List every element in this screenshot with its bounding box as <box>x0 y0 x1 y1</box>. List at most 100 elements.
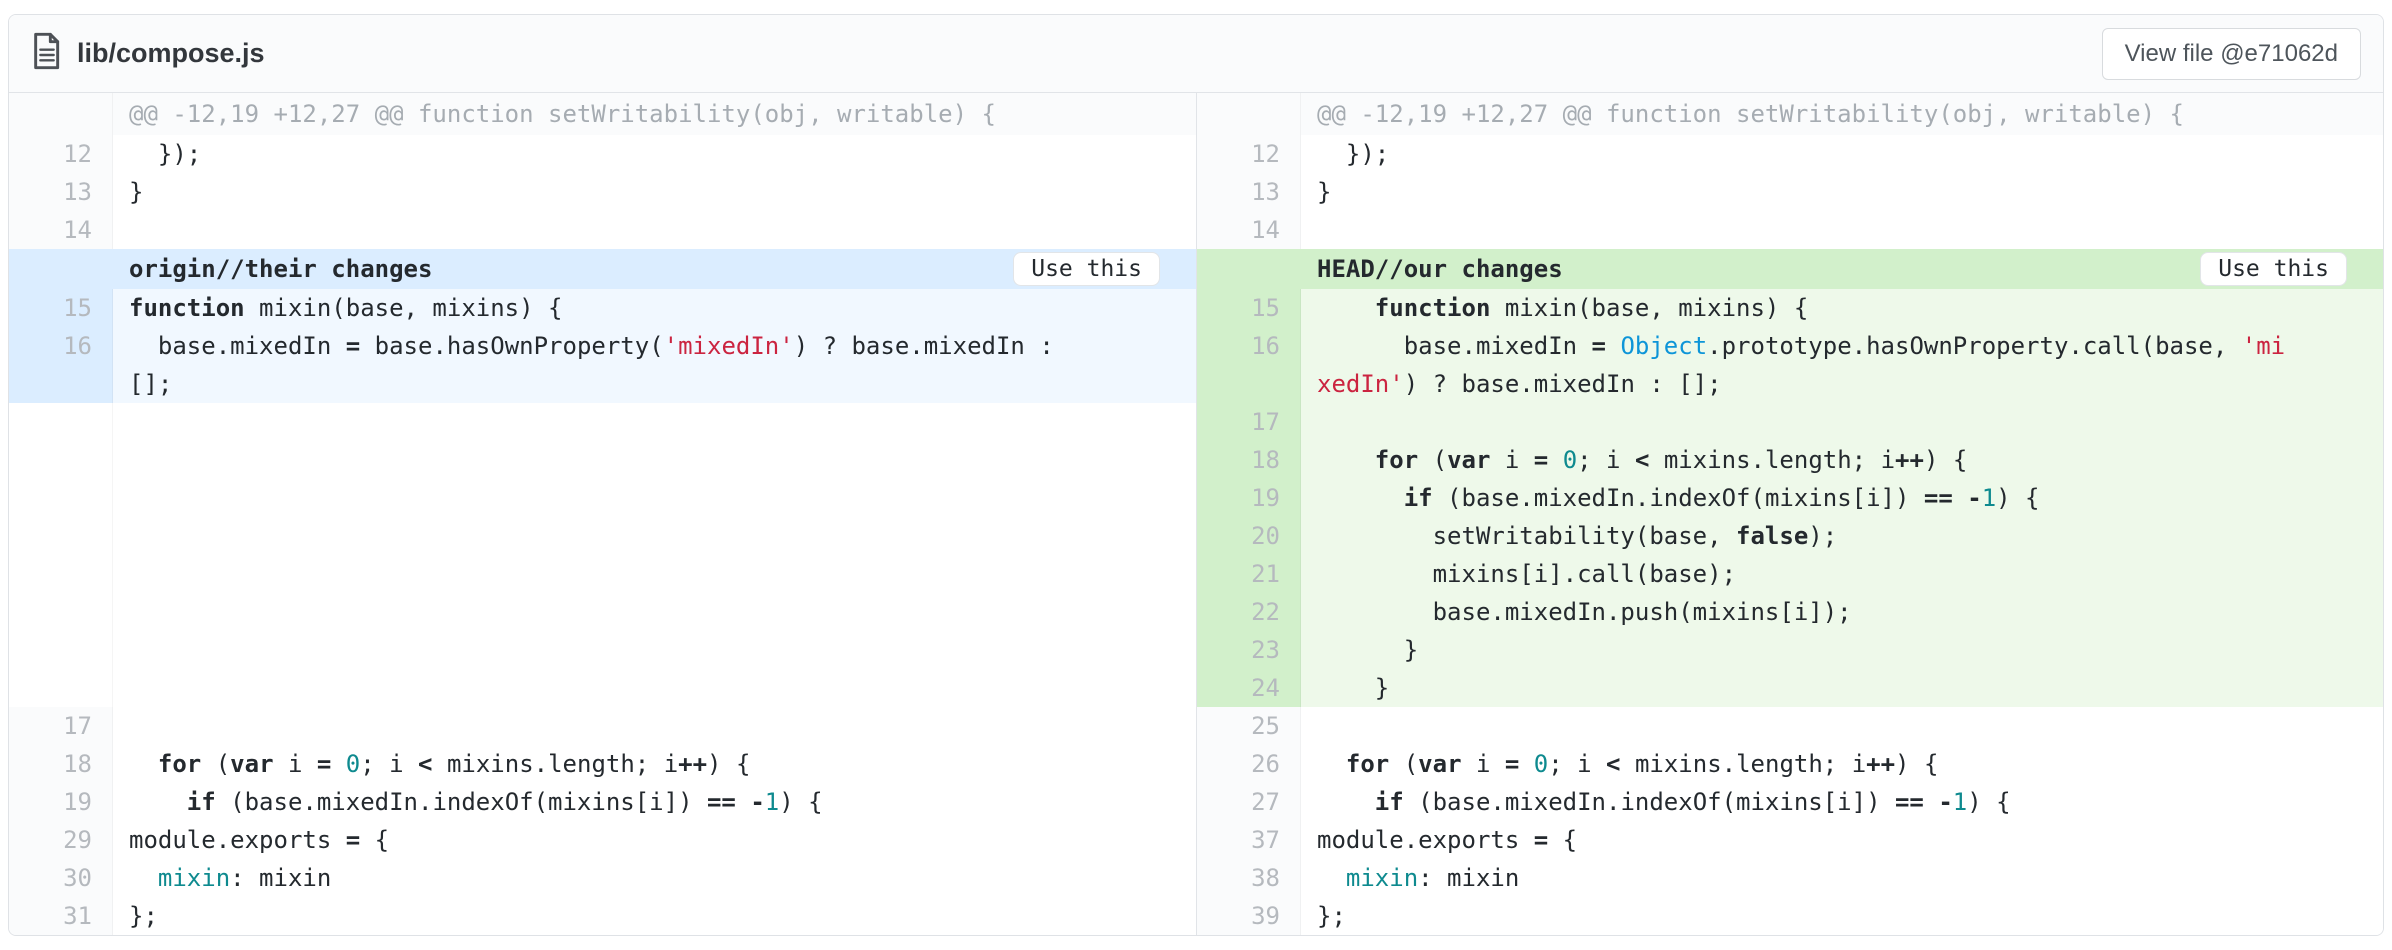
code-text: mixins[i].call(base); <box>1301 555 2383 593</box>
view-file-button[interactable]: View file @e71062d <box>2102 28 2361 80</box>
code-text: }); <box>1301 135 2383 173</box>
code-line: 12 }); <box>1197 135 2383 173</box>
code-token <box>1548 446 1562 474</box>
code-text: base.mixedIn = base.hasOwnProperty('mixe… <box>113 327 1196 403</box>
keyword-token: < <box>1606 750 1620 778</box>
code-line: 12 }); <box>9 135 1196 173</box>
code-token: }); <box>129 140 201 168</box>
line-number: 17 <box>1197 403 1301 441</box>
line-number: 25 <box>1197 707 1301 745</box>
code-line: 29module.exports = { <box>9 821 1196 859</box>
code-token: } <box>1317 674 1389 702</box>
code-token: (base.mixedIn.indexOf(mixins[i]) <box>1404 788 1895 816</box>
line-number: 19 <box>1197 479 1301 517</box>
filler-code-area <box>113 403 1196 707</box>
line-number: 16 <box>9 327 113 403</box>
keyword-token: - <box>750 788 764 816</box>
keyword-token: == <box>1924 484 1953 512</box>
constant-token: mixin <box>1346 864 1418 892</box>
conflict-header-green: HEAD//our changesUse this <box>1197 249 2383 289</box>
keyword-token: = <box>1534 446 1548 474</box>
code-token: module.exports <box>129 826 346 854</box>
keyword-token: for <box>1346 750 1389 778</box>
code-token: mixin(base, mixins) { <box>245 294 563 322</box>
use-this-button-green[interactable]: Use this <box>2200 252 2347 286</box>
code-token <box>129 788 187 816</box>
code-token: { <box>360 826 389 854</box>
code-line: 27 if (base.mixedIn.indexOf(mixins[i]) =… <box>1197 783 2383 821</box>
file-header: lib/compose.js View file @e71062d <box>9 15 2383 93</box>
code-token: .prototype.hasOwnProperty.call(base, <box>1707 332 2242 360</box>
string-token: 'mixedIn' <box>664 332 794 360</box>
code-token: mixin(base, mixins) { <box>1490 294 1808 322</box>
code-token: (base.mixedIn.indexOf(mixins[i]) <box>216 788 707 816</box>
code-token: ) { <box>1996 484 2039 512</box>
line-number <box>9 93 113 135</box>
line-number: 14 <box>9 211 113 249</box>
code-text: module.exports = { <box>113 821 1196 859</box>
keyword-token: - <box>1967 484 1981 512</box>
code-line: 39}; <box>1197 897 2383 935</box>
line-number: 27 <box>1197 783 1301 821</box>
code-token: } <box>1317 636 1418 664</box>
code-token <box>1519 750 1533 778</box>
constant-token: 0 <box>1534 750 1548 778</box>
code-token <box>129 750 158 778</box>
code-line: 16 base.mixedIn = Object.prototype.hasOw… <box>1197 327 2383 403</box>
keyword-token: var <box>1418 750 1461 778</box>
code-token <box>1953 484 1967 512</box>
code-line: 30 mixin: mixin <box>9 859 1196 897</box>
keyword-token: = <box>1592 332 1606 360</box>
code-token: i <box>274 750 317 778</box>
code-line: 23 } <box>1197 631 2383 669</box>
line-number: 26 <box>1197 745 1301 783</box>
code-text: }; <box>1301 897 2383 935</box>
code-token: : mixin <box>230 864 331 892</box>
code-text: base.mixedIn = Object.prototype.hasOwnPr… <box>1301 327 2383 403</box>
use-this-button-blue[interactable]: Use this <box>1013 252 1160 286</box>
line-number: 29 <box>9 821 113 859</box>
line-number <box>9 403 113 707</box>
code-token: base.mixedIn <box>129 332 346 360</box>
hunk-header-row: @@ -12,19 +12,27 @@ function setWritabil… <box>9 93 1196 135</box>
line-number: 18 <box>1197 441 1301 479</box>
code-text: } <box>113 173 1196 211</box>
code-text: for (var i = 0; i < mixins.length; i++) … <box>1301 745 2383 783</box>
code-token <box>1317 864 1346 892</box>
code-token: mixins[i].call(base); <box>1317 560 1736 588</box>
code-line: 22 base.mixedIn.push(mixins[i]); <box>1197 593 2383 631</box>
keyword-token: == <box>1895 788 1924 816</box>
code-token: ) { <box>779 788 822 816</box>
code-text <box>113 211 1196 249</box>
keyword-token: for <box>158 750 201 778</box>
line-number: 39 <box>1197 897 1301 935</box>
code-line: 19 if (base.mixedIn.indexOf(mixins[i]) =… <box>9 783 1196 821</box>
code-line: 15 function mixin(base, mixins) { <box>1197 289 2383 327</box>
code-text: function mixin(base, mixins) { <box>113 289 1196 327</box>
keyword-token: = <box>1505 750 1519 778</box>
code-token: base.mixedIn.push(mixins[i]); <box>1317 598 1852 626</box>
code-token: }; <box>1317 902 1346 930</box>
code-line: 26 for (var i = 0; i < mixins.length; i+… <box>1197 745 2383 783</box>
code-line: 14 <box>9 211 1196 249</box>
constant-token: 1 <box>765 788 779 816</box>
line-number: 23 <box>1197 631 1301 669</box>
code-line: 17 <box>9 707 1196 745</box>
code-token <box>1317 294 1375 322</box>
line-number: 13 <box>9 173 113 211</box>
keyword-token: if <box>1375 788 1404 816</box>
file-diff-card: lib/compose.js View file @e71062d @@ -12… <box>8 14 2384 936</box>
conflict-label: origin//their changes <box>129 255 432 283</box>
keyword-token: if <box>187 788 216 816</box>
constant-token: 0 <box>1563 446 1577 474</box>
code-text: for (var i = 0; i < mixins.length; i++) … <box>1301 441 2383 479</box>
code-token: (base.mixedIn.indexOf(mixins[i]) <box>1433 484 1924 512</box>
code-line: 37module.exports = { <box>1197 821 2383 859</box>
code-line: 18 for (var i = 0; i < mixins.length; i+… <box>1197 441 2383 479</box>
line-number: 12 <box>9 135 113 173</box>
constant-token: 0 <box>346 750 360 778</box>
line-number: 15 <box>9 289 113 327</box>
constant-token: 1 <box>1953 788 1967 816</box>
code-token <box>1317 446 1375 474</box>
code-token: ; i <box>360 750 418 778</box>
